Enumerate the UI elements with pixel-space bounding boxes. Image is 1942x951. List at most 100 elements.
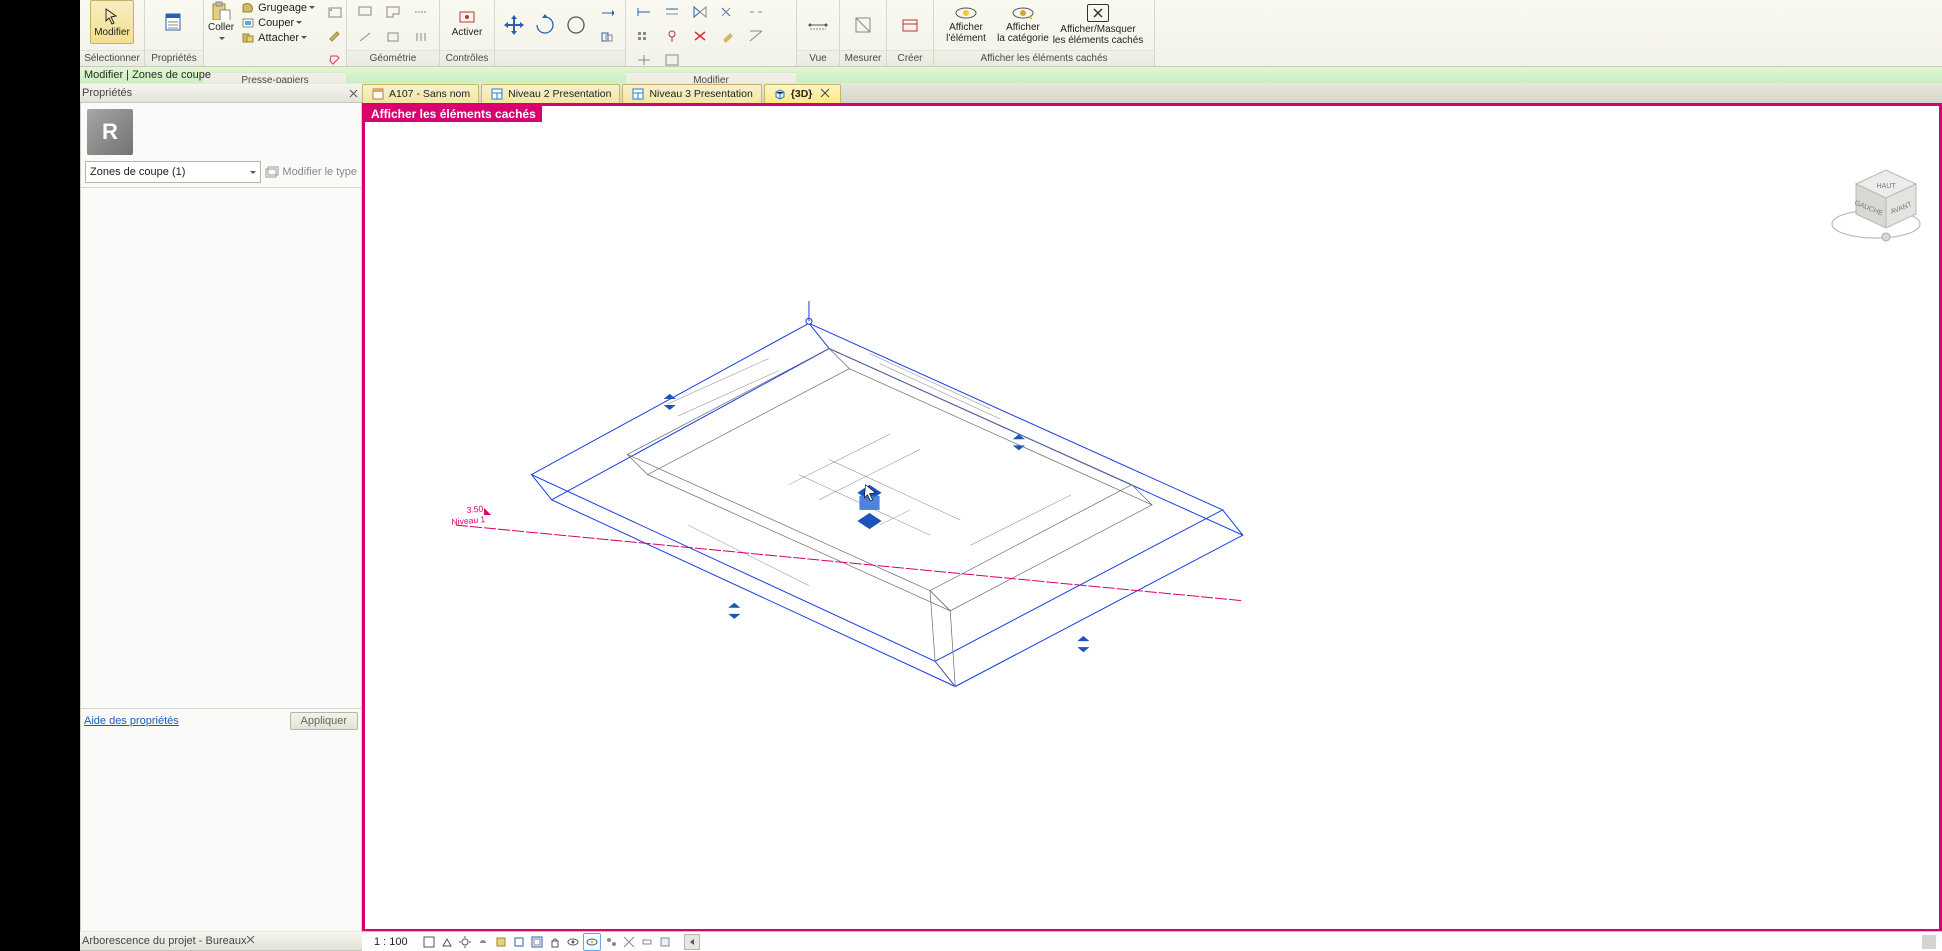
view-tab-level2[interactable]: Niveau 2 Presentation xyxy=(481,84,620,103)
pin-tool[interactable] xyxy=(659,25,685,47)
level-value: 3.50 xyxy=(466,504,484,515)
geom-icon-2[interactable] xyxy=(380,1,406,23)
geom-icon-1[interactable] xyxy=(352,1,378,23)
lock-3d-icon[interactable] xyxy=(547,934,563,950)
measure-button[interactable] xyxy=(848,10,878,40)
mirror-tool[interactable] xyxy=(687,1,713,23)
group-label-create: Créer xyxy=(887,50,933,66)
rotate-tool[interactable] xyxy=(531,9,560,41)
group-label-measure: Mesurer xyxy=(840,50,886,66)
paste-button[interactable]: Coller xyxy=(208,0,234,44)
toggle-hidden-button[interactable]: Afficher/Masquer les éléments cachés xyxy=(1052,3,1144,47)
view-tab-level3[interactable]: Niveau 3 Presentation xyxy=(622,84,761,103)
grugeage-label: Grugeage xyxy=(258,2,307,14)
mod-icon-12[interactable] xyxy=(659,49,685,71)
paint-button[interactable] xyxy=(322,25,348,47)
view-status-bar: 1 : 100 xyxy=(362,931,1942,951)
show-crop-icon[interactable] xyxy=(529,934,545,950)
project-browser-close-icon[interactable] xyxy=(246,935,255,947)
view-tab-3d-label: {3D} xyxy=(791,88,813,100)
show-element-button[interactable]: Afficher l'élément xyxy=(938,3,994,47)
render-icon[interactable] xyxy=(493,934,509,950)
split-tool[interactable] xyxy=(743,1,769,23)
worksharing-icon[interactable] xyxy=(603,934,619,950)
view-tab-sheet[interactable]: A107 - Sans nom xyxy=(362,84,479,103)
constraints-icon[interactable] xyxy=(639,934,655,950)
floorplan-icon-2 xyxy=(631,87,645,101)
highlight-icon[interactable] xyxy=(657,934,673,950)
geom-icon-5[interactable] xyxy=(380,26,406,48)
ribbon: Modifier Sélectionner Propriétés Coller xyxy=(80,0,1942,67)
properties-button[interactable] xyxy=(152,0,196,44)
offset-tool[interactable] xyxy=(659,1,685,23)
group-label-select: Sélectionner xyxy=(80,50,144,66)
analytical-icon[interactable] xyxy=(621,934,637,950)
pan-left-icon[interactable] xyxy=(684,934,700,950)
trim-tool[interactable] xyxy=(715,1,741,23)
scrollbar-track[interactable] xyxy=(1922,935,1936,949)
delete-tool[interactable] xyxy=(687,25,713,47)
ribbon-group-measure: Mesurer xyxy=(840,0,887,66)
grugeage-button[interactable]: Grugeage xyxy=(234,0,319,15)
viewport[interactable]: Afficher les éléments cachés xyxy=(362,103,1942,932)
modify-tool[interactable]: Modifier xyxy=(90,0,134,44)
shadows-icon[interactable] xyxy=(475,934,491,950)
ribbon-group-select: Modifier Sélectionner xyxy=(80,0,145,66)
align-tool[interactable] xyxy=(631,1,657,23)
apply-button[interactable]: Appliquer xyxy=(290,712,358,730)
demolish-button[interactable] xyxy=(322,49,348,71)
show-category-button[interactable]: Afficher la catégorie xyxy=(994,3,1052,47)
hidden-mode-banner: Afficher les éléments cachés xyxy=(365,106,542,122)
type-selector[interactable]: Zones de coupe (1) xyxy=(85,161,261,183)
view-tab-level3-label: Niveau 3 Presentation xyxy=(649,88,752,100)
group-label-geometry: Géométrie xyxy=(347,50,439,66)
mod-icon-10[interactable] xyxy=(743,25,769,47)
transform-icon-2[interactable] xyxy=(594,26,620,48)
cube-icon xyxy=(773,87,787,101)
paste-label: Coller xyxy=(208,22,234,33)
view-tab-sheet-label: A107 - Sans nom xyxy=(389,88,470,100)
ribbon-group-modify: Modifier xyxy=(626,0,797,66)
crop-view-icon[interactable] xyxy=(511,934,527,950)
floorplan-icon xyxy=(490,87,504,101)
geom-icon-6[interactable] xyxy=(408,26,434,48)
view-cube[interactable]: HAUT GAUCHE AVANT xyxy=(1821,138,1931,248)
join-button[interactable]: Attacher xyxy=(234,30,319,45)
graphic-display-icon[interactable] xyxy=(421,934,437,950)
geom-icon-3[interactable] xyxy=(408,1,434,23)
edit-type-button[interactable]: Modifier le type xyxy=(265,161,357,183)
move-tool[interactable] xyxy=(500,9,529,41)
properties-close-icon[interactable] xyxy=(347,87,360,100)
3d-drawing: Niveau 1 3.50 xyxy=(365,106,1939,929)
sun-path-icon[interactable] xyxy=(457,934,473,950)
mod-icon-11[interactable] xyxy=(631,49,657,71)
activate-button[interactable]: Activer xyxy=(445,0,489,44)
ribbon-group-create: Créer xyxy=(887,0,934,66)
view-lines-button[interactable] xyxy=(803,10,833,40)
tab-close-icon[interactable] xyxy=(820,88,832,100)
visual-style-icon[interactable] xyxy=(439,934,455,950)
modify-label: Modifier xyxy=(94,25,130,38)
project-browser-header: Arborescence du projet - Bureaux xyxy=(80,931,362,951)
ribbon-group-view: Vue xyxy=(797,0,840,66)
view-tab-3d[interactable]: {3D} xyxy=(764,84,842,103)
geom-icon-4[interactable] xyxy=(352,26,378,48)
properties-header: Propriétés xyxy=(80,83,362,103)
ribbon-group-geometry: Géométrie xyxy=(347,0,440,66)
ribbon-group-clipboard: Coller Grugeage Couper Attacher xyxy=(204,0,347,66)
cut-label: Couper xyxy=(258,17,294,29)
match-type-button[interactable] xyxy=(322,1,348,23)
scale-tool[interactable] xyxy=(561,9,590,41)
group-label-hidden: Afficher les éléments cachés xyxy=(934,50,1154,66)
scale-display[interactable]: 1 : 100 xyxy=(362,936,420,948)
create-button[interactable] xyxy=(895,10,925,40)
transform-icon-1[interactable] xyxy=(594,2,620,24)
array-tool[interactable] xyxy=(631,25,657,47)
ribbon-group-controls: Activer Contrôles xyxy=(440,0,495,66)
reveal-hidden-icon[interactable] xyxy=(583,933,601,951)
mod-icon-9[interactable] xyxy=(715,25,741,47)
temp-hide-icon[interactable] xyxy=(565,934,581,950)
cut-button[interactable]: Couper xyxy=(234,15,319,30)
properties-help-link[interactable]: Aide des propriétés xyxy=(84,715,290,727)
view-tab-level2-label: Niveau 2 Presentation xyxy=(508,88,611,100)
